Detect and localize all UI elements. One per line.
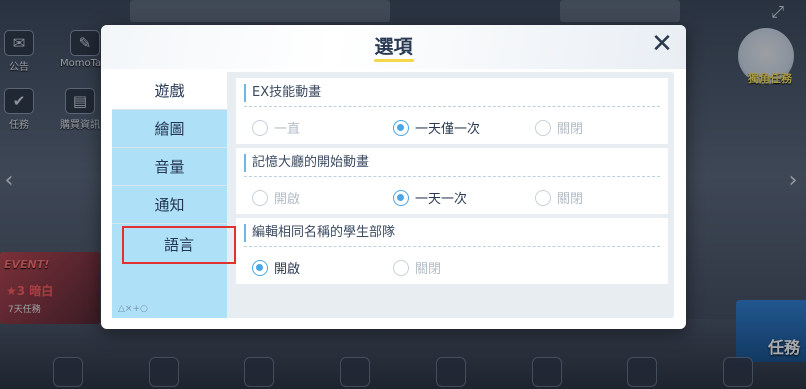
close-icon[interactable]: ✕ xyxy=(648,30,676,58)
option-label: 一天一次 xyxy=(415,192,468,207)
option-label: 關閉 xyxy=(557,192,584,207)
sidebar-item-label: 繪圖 xyxy=(154,120,185,138)
option-label: 開啟 xyxy=(274,262,301,277)
option-label: 一直 xyxy=(274,122,301,137)
sidebar-item-label: 音量 xyxy=(154,158,185,176)
option-label: 開啟 xyxy=(274,192,301,207)
sidebar-item-graphics[interactable]: 繪圖 xyxy=(112,110,227,148)
option-label: 關閉 xyxy=(415,262,442,277)
options-dialog: 選項 ✕ 遊戲 繪圖 音量 通知 語言 △×+○ EX技能動畫 一直 一天僅一次… xyxy=(101,25,686,329)
option-on[interactable]: 開啟 xyxy=(252,188,300,207)
option-once-a-day[interactable]: 一天一次 xyxy=(393,188,467,207)
section-ex-skill-animation: EX技能動畫 一直 一天僅一次 關閉 xyxy=(236,78,668,144)
sidebar-item-notifications[interactable]: 通知 xyxy=(112,186,227,224)
radio-button[interactable] xyxy=(535,189,551,206)
dialog-header: 選項 ✕ xyxy=(101,25,686,69)
section-edit-same-name-squad: 編輯相同名稱的學生部隊 開啟 關閉 xyxy=(236,218,668,284)
section-divider xyxy=(244,176,660,177)
section-divider xyxy=(244,246,660,247)
options-sidebar: 遊戲 繪圖 音量 通知 語言 △×+○ xyxy=(112,72,236,318)
option-label: 關閉 xyxy=(557,122,584,137)
radio-button[interactable] xyxy=(252,189,268,206)
option-label: 一天僅一次 xyxy=(415,122,481,137)
dialog-body: 遊戲 繪圖 音量 通知 語言 △×+○ EX技能動畫 一直 一天僅一次 關閉 記… xyxy=(112,72,674,318)
option-on[interactable]: 開啟 xyxy=(252,258,300,277)
sidebar-item-label: 語言 xyxy=(163,236,194,254)
section-title: 記憶大廳的開始動畫 xyxy=(244,154,369,172)
radio-button[interactable] xyxy=(535,119,551,136)
sidebar-item-volume[interactable]: 音量 xyxy=(112,148,227,186)
sidebar-footer-symbols: △×+○ xyxy=(118,304,148,314)
radio-button[interactable] xyxy=(252,259,268,276)
sidebar-item-label: 通知 xyxy=(154,196,185,214)
sidebar-item-language[interactable]: 語言 xyxy=(122,226,236,264)
option-once-a-day[interactable]: 一天僅一次 xyxy=(393,118,480,137)
radio-button[interactable] xyxy=(393,259,409,276)
option-off[interactable]: 關閉 xyxy=(535,118,583,137)
radio-button[interactable] xyxy=(393,119,409,136)
radio-button[interactable] xyxy=(252,119,268,136)
options-content: EX技能動畫 一直 一天僅一次 關閉 記憶大廳的開始動畫 開啟 一天一次 關閉 … xyxy=(236,78,668,312)
section-title: 編輯相同名稱的學生部隊 xyxy=(244,224,395,242)
option-off[interactable]: 關閉 xyxy=(535,188,583,207)
section-title: EX技能動畫 xyxy=(244,84,321,102)
title-underline xyxy=(374,59,414,62)
radio-button[interactable] xyxy=(393,189,409,206)
section-divider xyxy=(244,106,660,107)
option-always[interactable]: 一直 xyxy=(252,118,300,137)
sidebar-item-game[interactable]: 遊戲 xyxy=(112,72,227,110)
option-off[interactable]: 關閉 xyxy=(393,258,441,277)
dialog-title: 選項 xyxy=(374,36,413,58)
section-memory-lobby-animation: 記憶大廳的開始動畫 開啟 一天一次 關閉 xyxy=(236,148,668,214)
sidebar-item-label: 遊戲 xyxy=(154,82,185,100)
